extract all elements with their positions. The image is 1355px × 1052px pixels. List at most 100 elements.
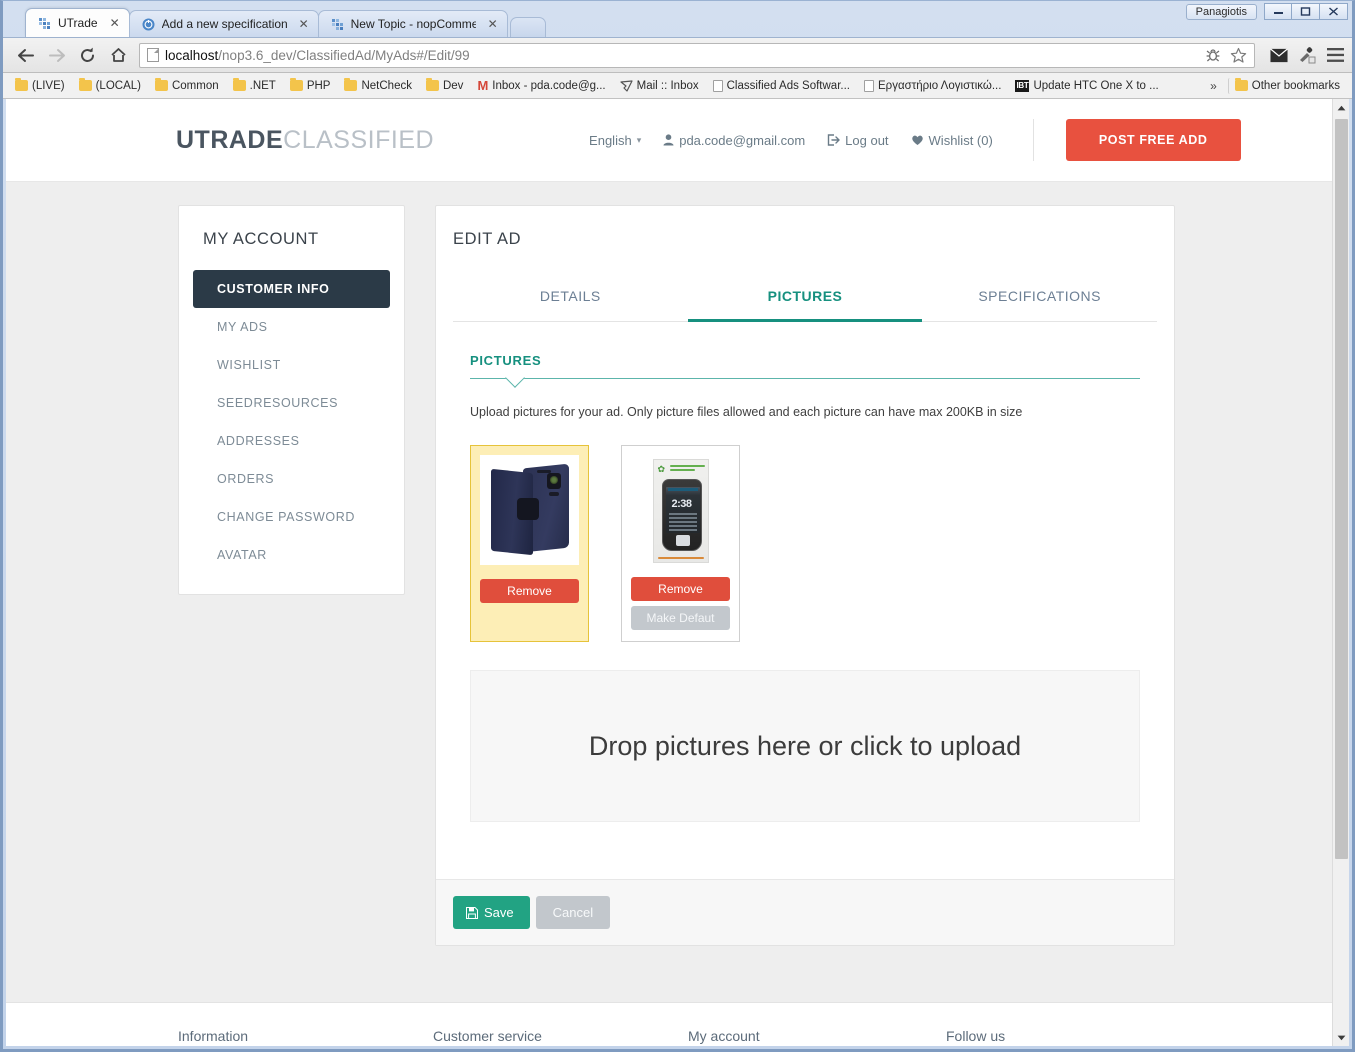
browser-tab-title: UTrade bbox=[58, 16, 98, 30]
logout-label: Log out bbox=[845, 132, 889, 148]
home-button[interactable] bbox=[104, 41, 133, 69]
bookmarks-overflow-icon[interactable]: » bbox=[1206, 79, 1226, 93]
account-email-label: pda.code@gmail.com bbox=[679, 132, 806, 148]
bookmark-label: Classified Ads Softwar... bbox=[726, 79, 850, 92]
footer-column-information: Information bbox=[178, 1028, 249, 1044]
upload-hint: Upload pictures for your ad. Only pictur… bbox=[470, 405, 1023, 419]
close-icon[interactable] bbox=[1320, 3, 1348, 20]
tab-specifications[interactable]: SPECIFICATIONS bbox=[922, 277, 1157, 322]
save-button[interactable]: Save bbox=[453, 896, 530, 929]
document-icon bbox=[712, 79, 723, 92]
wishlist-link[interactable]: Wishlist (0) bbox=[911, 133, 993, 148]
utrade-favicon bbox=[39, 17, 50, 29]
account-email-link[interactable]: pda.code@gmail.com bbox=[663, 133, 805, 148]
sidebar-item-addresses[interactable]: ADDRESSES bbox=[193, 422, 390, 460]
bookmark-dev[interactable]: Dev bbox=[420, 78, 469, 94]
header-divider bbox=[1032, 119, 1034, 161]
scroll-down-arrow-icon[interactable] bbox=[1333, 1029, 1349, 1046]
cancel-button[interactable]: Cancel bbox=[535, 896, 611, 929]
make-default-button[interactable]: Make Defaut bbox=[631, 606, 730, 630]
form-actions: Save Cancel bbox=[436, 879, 1174, 945]
browser-window: UTrade ✕ Add a new specification attrib … bbox=[0, 0, 1355, 1052]
language-selector[interactable]: English ▾ bbox=[589, 133, 641, 148]
bookmark-netcheck[interactable]: NetCheck bbox=[338, 78, 418, 94]
edit-ad-tabs: DETAILS PICTURES SPECIFICATIONS bbox=[453, 277, 1157, 322]
gmail-icon: M bbox=[477, 78, 489, 93]
scrollbar-thumb[interactable] bbox=[1335, 119, 1348, 859]
eyedropper-icon[interactable] bbox=[1298, 46, 1316, 64]
bookmark-label: Inbox - pda.code@g... bbox=[492, 79, 606, 92]
nop-favicon bbox=[142, 18, 155, 30]
remove-picture-button[interactable]: Remove bbox=[480, 579, 579, 603]
url-host: localhost bbox=[165, 47, 219, 63]
logout-link[interactable]: Log out bbox=[827, 132, 889, 148]
star-icon[interactable] bbox=[1229, 46, 1247, 64]
bug-icon[interactable] bbox=[1204, 46, 1222, 64]
other-bookmarks-button[interactable]: Other bookmarks bbox=[1227, 77, 1346, 94]
heart-icon bbox=[911, 135, 923, 145]
picture-thumbnail-0[interactable]: Remove bbox=[470, 445, 589, 642]
save-label: Save bbox=[484, 905, 514, 920]
bookmark-dotnet[interactable]: .NET bbox=[227, 78, 282, 94]
sidebar-item-seedresources[interactable]: SEEDRESOURCES bbox=[193, 384, 390, 422]
bookmark-mail-inbox[interactable]: Mail :: Inbox bbox=[614, 78, 705, 94]
tab-close-icon[interactable]: ✕ bbox=[483, 17, 498, 31]
sidebar-item-wishlist[interactable]: WISHLIST bbox=[193, 346, 390, 384]
bookmark-ergastirio[interactable]: Εργαστήριο Λογιστικώ... bbox=[858, 78, 1007, 94]
bookmark-local[interactable]: (LOCAL) bbox=[73, 78, 147, 94]
page-viewport: UTRADECLASSIFIED English ▾ pda.code@gmai… bbox=[6, 99, 1349, 1046]
bookmark-update-htc[interactable]: IBT Update HTC One X to ... bbox=[1009, 78, 1164, 94]
sidebar-item-avatar[interactable]: AVATAR bbox=[193, 536, 390, 574]
vertical-scrollbar[interactable] bbox=[1332, 99, 1349, 1046]
sidebar-item-customer-info[interactable]: CUSTOMER INFO bbox=[193, 270, 390, 308]
site-logo[interactable]: UTRADECLASSIFIED bbox=[176, 126, 434, 155]
window-user-label[interactable]: Panagiotis bbox=[1185, 3, 1257, 20]
forward-button[interactable] bbox=[42, 41, 71, 69]
back-button[interactable] bbox=[11, 41, 40, 69]
wishlist-label: Wishlist (0) bbox=[928, 132, 993, 148]
bookmark-label: .NET bbox=[249, 79, 276, 92]
tab-details[interactable]: DETAILS bbox=[453, 277, 688, 322]
remove-picture-button[interactable]: Remove bbox=[631, 577, 730, 601]
browser-tab-title: New Topic - nopCommerce bbox=[350, 17, 476, 31]
sidebar-item-change-password[interactable]: CHANGE PASSWORD bbox=[193, 498, 390, 536]
url-path: /nop3.6_dev/ClassifiedAd/MyAds#/Edit/99 bbox=[218, 47, 470, 63]
browser-tab-1[interactable]: Add a new specification attrib ✕ bbox=[128, 10, 319, 37]
edit-ad-panel: EDIT AD DETAILS PICTURES SPECIFICATIONS … bbox=[435, 205, 1175, 946]
bookmark-gmail-inbox[interactable]: M Inbox - pda.code@g... bbox=[471, 77, 611, 94]
minimize-icon[interactable] bbox=[1264, 3, 1292, 20]
scroll-up-arrow-icon[interactable] bbox=[1333, 99, 1349, 116]
language-label: English bbox=[589, 132, 632, 148]
bookmark-php[interactable]: PHP bbox=[284, 78, 337, 94]
tab-close-icon[interactable]: ✕ bbox=[294, 17, 309, 31]
page-content: UTRADECLASSIFIED English ▾ pda.code@gmai… bbox=[6, 99, 1332, 1046]
post-free-add-button[interactable]: POST FREE ADD bbox=[1065, 119, 1241, 161]
bookmark-live[interactable]: (LIVE) bbox=[9, 78, 71, 94]
sidebar-item-my-ads[interactable]: MY ADS bbox=[193, 308, 390, 346]
tab-pictures[interactable]: PICTURES bbox=[687, 277, 923, 322]
bookmark-label: (LIVE) bbox=[32, 79, 65, 92]
footer-column-follow-us: Follow us bbox=[946, 1028, 1006, 1044]
maximize-icon[interactable] bbox=[1292, 3, 1320, 20]
browser-tab-0[interactable]: UTrade ✕ bbox=[25, 8, 130, 37]
bookmark-common[interactable]: Common bbox=[149, 78, 225, 94]
folder-icon bbox=[232, 78, 246, 91]
menu-icon[interactable] bbox=[1326, 46, 1344, 64]
sidebar-title: MY ACCOUNT bbox=[203, 230, 319, 248]
sidebar-item-orders[interactable]: ORDERS bbox=[193, 460, 390, 498]
mail-icon[interactable] bbox=[1270, 46, 1288, 64]
logo-secondary: CLASSIFIED bbox=[283, 125, 435, 154]
ibt-icon: IBT bbox=[1015, 79, 1030, 92]
picture-thumbnail-1[interactable]: ✿ 2:38 Remove Make Defaut bbox=[621, 445, 740, 642]
page-info-icon bbox=[147, 48, 159, 62]
header-nav: English ▾ pda.code@gmail.com Log out Wis… bbox=[589, 119, 1241, 161]
reload-button[interactable] bbox=[73, 41, 102, 69]
bookmark-classified-ads[interactable]: Classified Ads Softwar... bbox=[707, 78, 856, 94]
bookmark-label: Mail :: Inbox bbox=[636, 79, 699, 92]
section-title: PICTURES bbox=[470, 353, 542, 368]
browser-tab-2[interactable]: New Topic - nopCommerce ✕ bbox=[317, 10, 508, 37]
new-tab-button[interactable] bbox=[509, 17, 546, 37]
address-bar[interactable]: localhost/nop3.6_dev/ClassifiedAd/MyAds#… bbox=[139, 42, 1255, 68]
tab-close-icon[interactable]: ✕ bbox=[105, 16, 120, 30]
picture-dropzone[interactable]: Drop pictures here or click to upload bbox=[470, 670, 1140, 822]
